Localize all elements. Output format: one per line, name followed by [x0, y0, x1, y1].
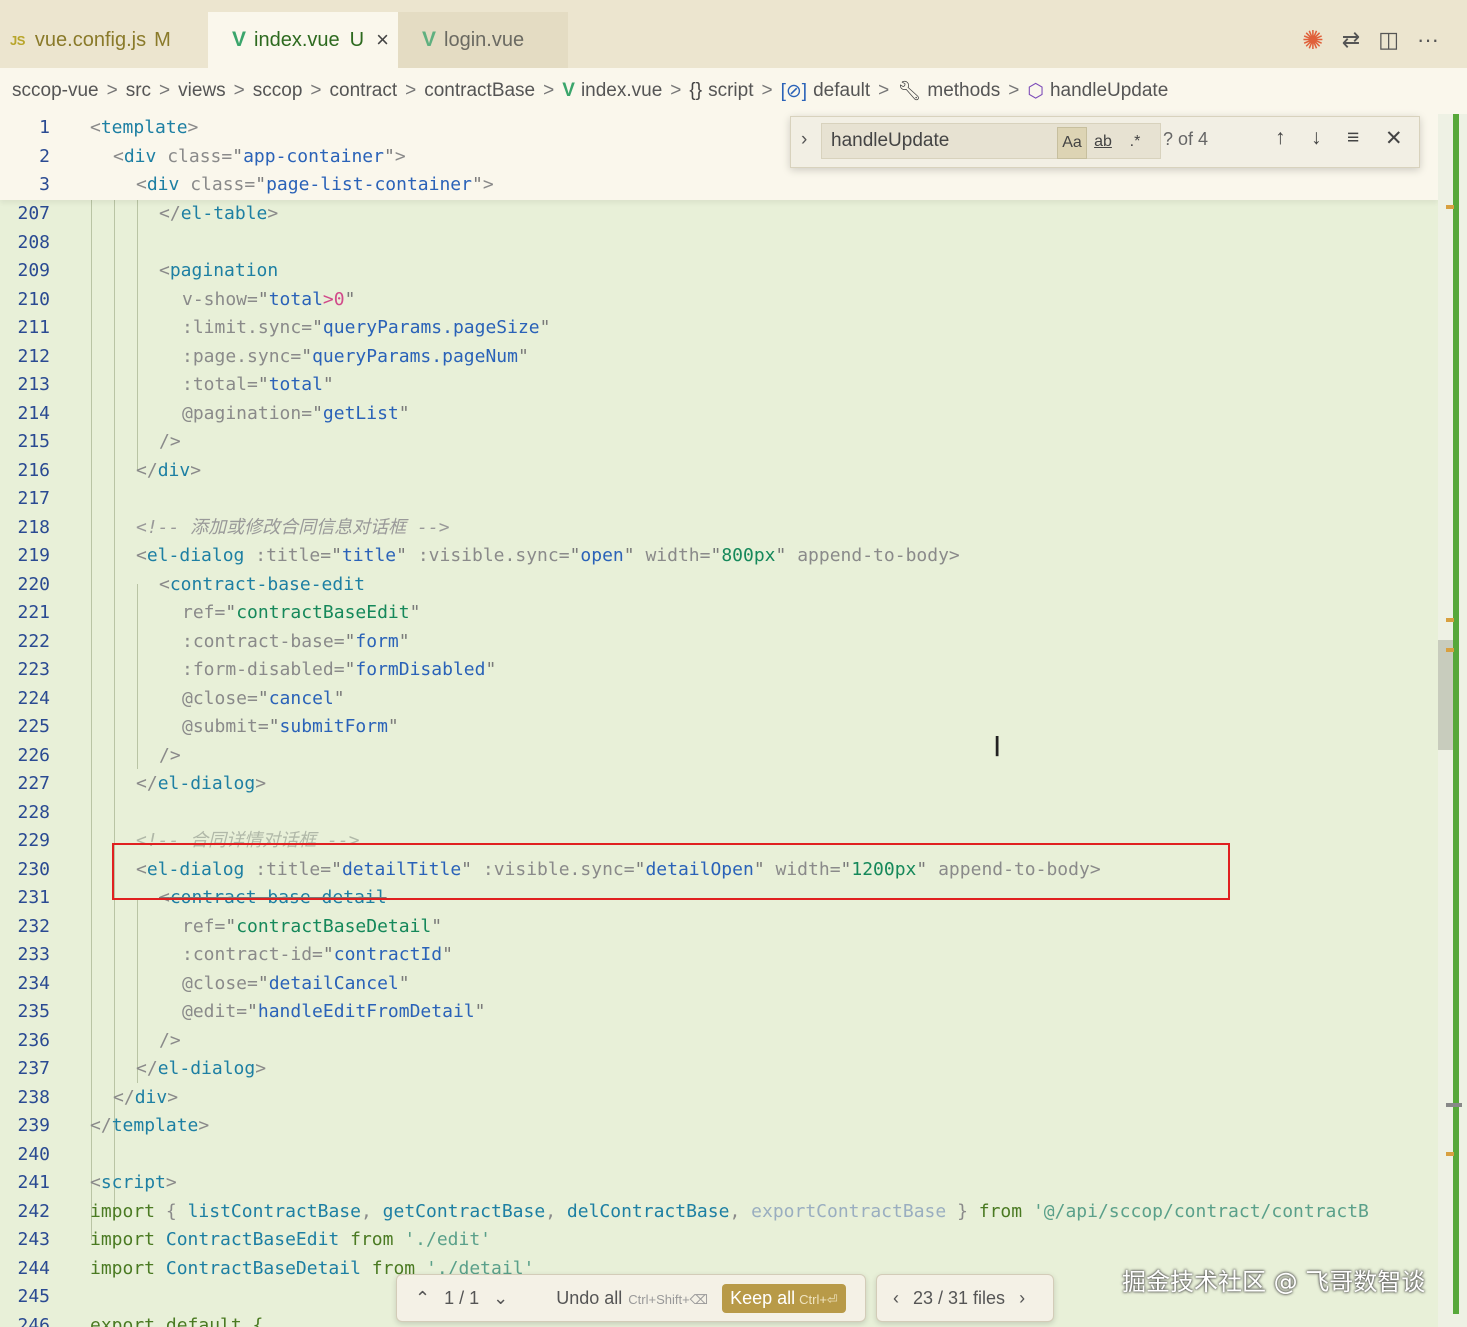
code-line: 3 <div class="page-list-container"> [39, 174, 494, 195]
change-pager: 1 / 1 [444, 1287, 480, 1308]
tab-index-vue[interactable]: V index.vue U × [208, 12, 398, 68]
chevron-right-icon: > [106, 80, 118, 101]
overview-marker [1446, 618, 1454, 622]
overview-marker [1446, 1103, 1462, 1107]
chevron-down-icon[interactable]: ⌄ [493, 1288, 508, 1309]
undo-all-button[interactable]: Undo all Ctrl+Shift+⌫ [556, 1288, 708, 1309]
overview-marker [1446, 648, 1454, 652]
tab-label: login.vue [444, 28, 525, 51]
files-count: 23 / 31 files [913, 1287, 1006, 1308]
chevron-right-icon[interactable]: › [1019, 1288, 1025, 1309]
vue-file-icon: V [562, 80, 575, 101]
vue-file-icon: V [232, 28, 247, 51]
chevron-right-icon: > [310, 80, 322, 101]
chevron-left-icon[interactable]: ‹ [893, 1288, 899, 1309]
highlight-box [112, 843, 1230, 900]
chevron-right-icon: > [233, 80, 245, 101]
breadcrumb-default[interactable]: [⊘] default [781, 80, 871, 103]
close-icon[interactable]: × [376, 27, 389, 53]
tab-vue-config[interactable]: JS vue.config.js M [0, 12, 208, 68]
chevron-right-icon[interactable]: › [801, 129, 807, 151]
arrow-down-icon[interactable]: ↓ [1311, 126, 1322, 150]
edit-review-bar: ⌃ 1 / 1 ⌄ Undo all Ctrl+Shift+⌫ Keep all C… [396, 1274, 866, 1322]
more-icon[interactable]: ··· [1417, 27, 1439, 53]
breadcrumb-script[interactable]: {} script [689, 80, 753, 102]
text-cursor-icon: I [993, 730, 1002, 763]
code-editor[interactable]: 1 <template> 2 <div class="app-container">… [0, 114, 1438, 1327]
regex-toggle[interactable]: .* [1121, 127, 1149, 157]
tab-label: index.vue [254, 28, 340, 51]
chevron-up-icon[interactable]: ⌃ [415, 1288, 430, 1309]
vue-file-icon: V [422, 28, 437, 51]
git-compare-icon[interactable]: ⇄ [1342, 27, 1360, 53]
close-icon[interactable]: ✕ [1385, 126, 1403, 151]
breadcrumb-methods[interactable]: 🔧︎ methods [897, 79, 1000, 103]
tab-bar: JS vue.config.js M V index.vue U × V log… [0, 12, 1467, 68]
match-case-toggle[interactable]: Aa [1057, 127, 1087, 159]
chevron-right-icon: > [405, 80, 417, 101]
watermark: 掘金技术社区 @ 飞哥数智谈 [1122, 1268, 1426, 1296]
copilot-spark-icon[interactable]: ✺ [1302, 25, 1324, 56]
arrow-up-icon[interactable]: ↑ [1275, 126, 1286, 150]
match-count: ? of 4 [1163, 129, 1209, 149]
overview-marker [1446, 1152, 1454, 1156]
js-file-icon: JS [10, 32, 25, 48]
variable-icon: [⊘] [780, 80, 808, 102]
chevron-right-icon: > [543, 80, 555, 101]
modified-badge: M [154, 28, 171, 51]
editor-actions: ✺ ⇄ ◫ ··· [1302, 12, 1439, 68]
wrench-icon: 🔧︎ [897, 81, 922, 102]
braces-icon: {} [689, 80, 703, 101]
chevron-right-icon: > [1008, 80, 1020, 101]
breadcrumb-item[interactable]: contract [330, 80, 398, 102]
breadcrumb-item[interactable]: sccop-vue [12, 80, 99, 102]
tab-login-vue[interactable]: V login.vue [398, 12, 568, 68]
keep-all-button[interactable]: Keep all Ctrl+⏎ [722, 1283, 846, 1313]
breadcrumb-item[interactable]: src [126, 80, 151, 102]
overview-marker [1446, 205, 1454, 209]
chevron-right-icon: > [761, 80, 773, 101]
cube-icon: ⬡ [1027, 80, 1044, 102]
diff-indicator [1453, 114, 1459, 1314]
whole-word-toggle[interactable]: ab [1089, 127, 1117, 157]
chevron-right-icon: > [878, 80, 890, 101]
untracked-badge: U [349, 28, 365, 51]
breadcrumb-item[interactable]: views [178, 80, 226, 102]
files-pager: ‹ 23 / 31 files › [876, 1274, 1054, 1322]
breadcrumb-item[interactable]: sccop [253, 80, 303, 102]
tab-label: vue.config.js [34, 28, 147, 51]
breadcrumb-file[interactable]: Vindex.vue [562, 80, 662, 102]
chevron-right-icon: > [670, 80, 682, 101]
split-editor-icon[interactable]: ◫ [1378, 27, 1399, 53]
breadcrumb-handle-update[interactable]: ⬡ handleUpdate [1027, 80, 1168, 103]
breadcrumb-item[interactable]: contractBase [424, 80, 535, 102]
chevron-right-icon: > [159, 80, 171, 101]
scrollbar-thumb[interactable] [1438, 640, 1454, 750]
breadcrumb: sccop-vue > src > views > sccop > contract > … [0, 68, 1467, 114]
find-widget: › handleUpdate Aa ab .* ? of 4 ↑ ↓ ≡ ✕ [790, 116, 1420, 168]
find-in-selection-icon[interactable]: ≡ [1347, 126, 1359, 150]
